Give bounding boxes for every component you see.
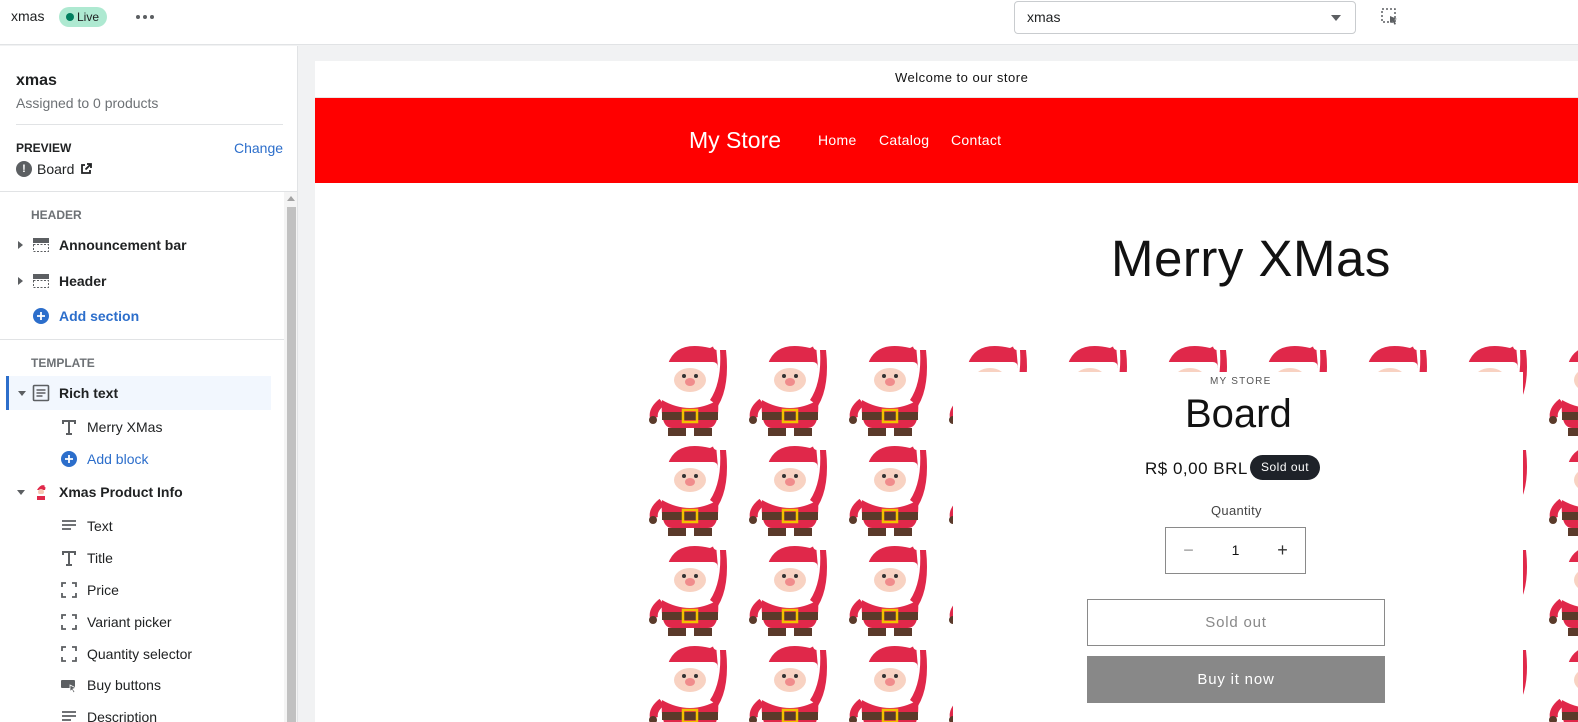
add-section-button[interactable]: Add section <box>6 299 271 333</box>
preview-label: PREVIEW <box>16 141 72 155</box>
alert-icon: ! <box>16 161 32 177</box>
more-horizontal-icon <box>136 15 140 19</box>
template-selector[interactable]: xmas <box>1014 1 1356 34</box>
text-type-icon <box>62 551 76 566</box>
chevron-down-icon <box>1331 15 1341 21</box>
top-bar: xmas Live xmas <box>0 0 1578 45</box>
rich-text-heading: Merry XMas <box>1111 230 1391 287</box>
block-price[interactable]: Price <box>6 573 271 607</box>
more-actions-button[interactable] <box>133 5 157 29</box>
block-description[interactable]: Description <box>6 700 271 722</box>
plus-icon[interactable]: + <box>1260 528 1305 573</box>
collapse-icon[interactable] <box>17 490 25 495</box>
sold-out-button[interactable]: Sold out <box>1087 599 1385 646</box>
status-dot-icon <box>66 13 74 21</box>
nav-contact[interactable]: Contact <box>951 132 1001 148</box>
plus-circle-icon <box>61 451 77 467</box>
divider <box>0 339 284 340</box>
text-type-icon <box>62 420 76 435</box>
preview-product[interactable]: ! Board <box>16 160 93 178</box>
plus-circle-icon <box>33 308 49 324</box>
collapse-icon[interactable] <box>18 391 26 396</box>
scroll-up-arrow-icon[interactable] <box>287 196 295 201</box>
nav-catalog[interactable]: Catalog <box>879 132 929 148</box>
section-rich-text[interactable]: Rich text <box>6 376 271 410</box>
sidebar-scrollbar-thumb[interactable] <box>287 207 296 722</box>
store-header: My Store Home Catalog Contact <box>315 98 1578 183</box>
nav-home[interactable]: Home <box>818 132 857 148</box>
text-align-icon <box>62 520 76 530</box>
block-quantity-selector[interactable]: Quantity selector <box>6 637 271 671</box>
store-logo[interactable]: My Store <box>689 127 781 154</box>
placeholder-block-icon <box>61 582 77 598</box>
sidebar: xmas Assigned to 0 products PREVIEW Chan… <box>0 46 298 722</box>
block-variant-picker[interactable]: Variant picker <box>6 605 271 639</box>
placeholder-block-icon <box>61 614 77 630</box>
product-vendor: MY STORE <box>1210 376 1272 387</box>
quantity-label: Quantity <box>1211 503 1262 518</box>
template-assignment: Assigned to 0 products <box>16 95 159 111</box>
buy-it-now-button[interactable]: Buy it now <box>1087 656 1385 703</box>
template-group-label: TEMPLATE <box>31 356 95 370</box>
header-group-label: HEADER <box>31 208 82 222</box>
product-price: R$ 0,00 BRL <box>1145 459 1248 478</box>
block-text[interactable]: Text <box>6 509 271 543</box>
sold-out-badge: Sold out <box>1250 455 1321 480</box>
announcement-bar[interactable]: Welcome to our store <box>315 61 1578 98</box>
block-buy-buttons[interactable]: Buy buttons <box>6 668 271 702</box>
block-merry-xmas[interactable]: Merry XMas <box>6 410 271 444</box>
text-align-icon <box>62 711 76 721</box>
quantity-input[interactable]: 1 <box>1211 528 1260 573</box>
minus-icon[interactable]: − <box>1166 528 1211 573</box>
store-preview: Welcome to our store My Store Home Catal… <box>315 61 1578 722</box>
expand-icon[interactable] <box>18 241 23 249</box>
select-inspector-icon[interactable] <box>1380 7 1400 27</box>
live-status-badge: Live <box>59 7 108 27</box>
placeholder-block-icon <box>61 646 77 662</box>
section-header[interactable]: Header <box>6 264 271 298</box>
santa-icon <box>37 484 48 500</box>
external-link-icon <box>81 163 93 174</box>
add-block-button[interactable]: Add block <box>6 442 271 476</box>
section-layout-icon <box>33 274 49 288</box>
change-preview-link[interactable]: Change <box>234 140 283 156</box>
quantity-stepper: − 1 + <box>1165 527 1306 574</box>
divider <box>0 191 297 192</box>
section-xmas-product-info[interactable]: Xmas Product Info <box>6 475 271 509</box>
section-layout-icon <box>33 238 49 252</box>
product-title: Board <box>1185 392 1292 436</box>
block-title[interactable]: Title <box>6 541 271 575</box>
divider <box>16 124 283 125</box>
template-title: xmas <box>16 72 57 89</box>
rich-text-icon <box>32 384 50 402</box>
button-cursor-icon <box>61 680 78 694</box>
template-name: xmas <box>11 8 45 24</box>
expand-icon[interactable] <box>18 277 23 285</box>
section-announcement-bar[interactable]: Announcement bar <box>6 228 271 262</box>
